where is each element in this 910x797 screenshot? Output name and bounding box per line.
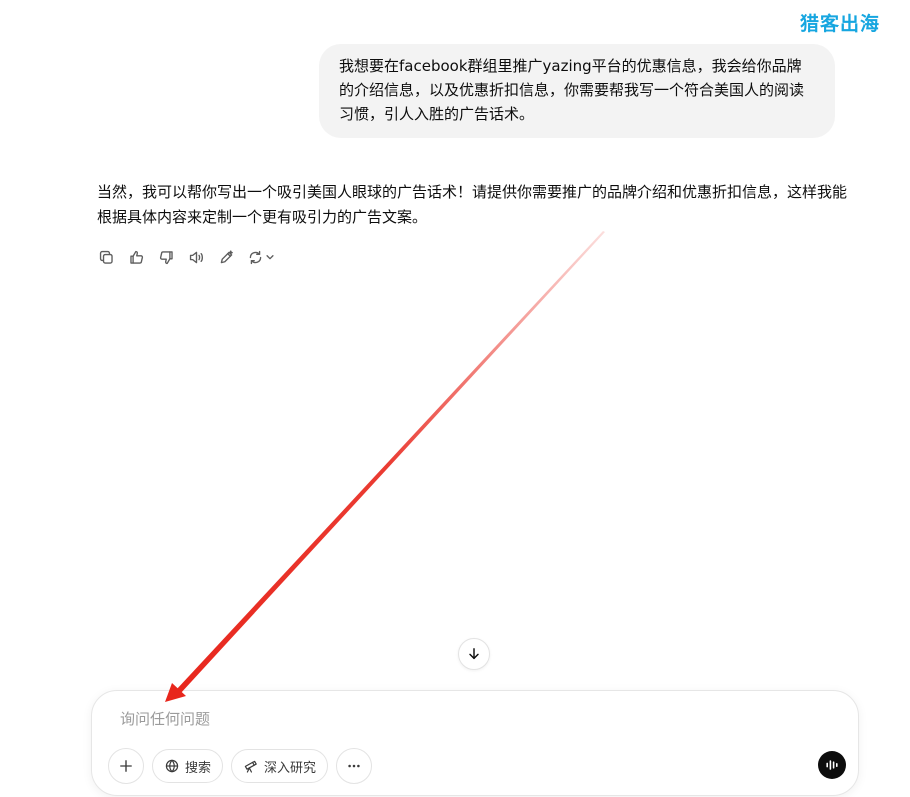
composer-tools: 搜索 深入研究	[108, 748, 373, 784]
chevron-down-icon	[266, 255, 274, 260]
more-icon	[348, 764, 360, 768]
globe-icon	[165, 759, 179, 773]
composer: 搜索 深入研究	[91, 690, 859, 796]
thumbs-down-icon[interactable]	[157, 248, 175, 266]
regenerate-icon	[249, 250, 262, 264]
add-attachment-button[interactable]	[108, 748, 144, 784]
voice-mode-button[interactable]	[818, 751, 846, 779]
watermark-logo: 猎客出海	[799, 13, 880, 35]
arrow-down-icon	[469, 648, 479, 660]
read-aloud-icon[interactable]	[187, 248, 205, 266]
copy-icon[interactable]	[97, 248, 115, 266]
prompt-input[interactable]	[118, 709, 782, 729]
regenerate-menu[interactable]	[247, 248, 275, 266]
deep-research-button-label: 深入研究	[264, 760, 317, 776]
user-message-bubble: 我想要在facebook群组里推广yazing平台的优惠信息，我会给你品牌的介绍…	[319, 44, 835, 138]
deep-research-button[interactable]: 深入研究	[231, 749, 329, 783]
assistant-message: 当然，我可以帮你写出一个吸引美国人眼球的广告话术！请提供你需要推广的品牌介绍和优…	[97, 183, 848, 226]
voice-waveform-icon	[826, 760, 838, 770]
edit-icon[interactable]	[217, 248, 235, 266]
scroll-down-button[interactable]	[458, 638, 490, 670]
telescope-icon	[244, 760, 257, 773]
message-actions-bar	[97, 248, 275, 266]
search-button[interactable]: 搜索	[152, 749, 224, 783]
search-button-label: 搜索	[185, 760, 212, 776]
thumbs-up-icon[interactable]	[127, 248, 145, 266]
more-tools-button[interactable]	[336, 748, 373, 784]
plus-icon	[120, 760, 132, 772]
